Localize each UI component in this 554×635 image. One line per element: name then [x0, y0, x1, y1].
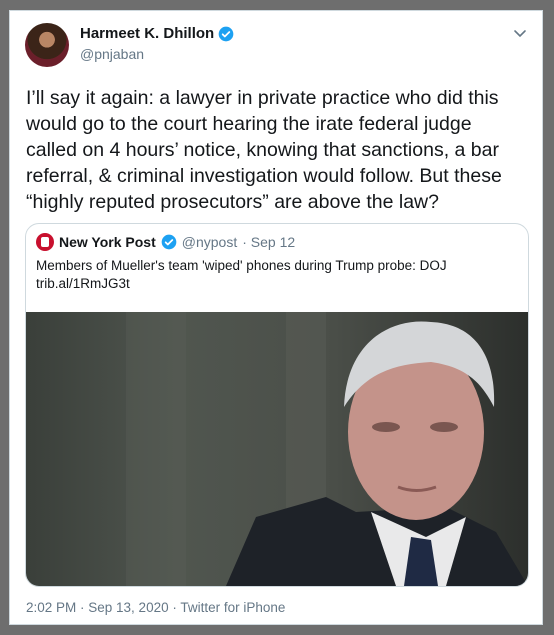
- quoted-text: Members of Mueller's team 'wiped' phones…: [36, 257, 516, 293]
- tweet-timestamp[interactable]: 2:02 PM · Sep 13, 2020 · Twitter for iPh…: [26, 600, 285, 615]
- quoted-headline: Members of Mueller's team 'wiped' phones…: [36, 258, 447, 273]
- quoted-date: · Sep 12: [242, 234, 296, 250]
- quoted-link[interactable]: trib.al/1RmJG3t: [36, 275, 516, 293]
- verified-badge-icon: [218, 26, 234, 41]
- author-name[interactable]: Harmeet K. Dhillon: [80, 25, 214, 42]
- quoted-author-name: New York Post: [59, 234, 156, 250]
- author-name-row[interactable]: Harmeet K. Dhillon: [80, 25, 234, 42]
- tweet-text: I’ll say it again: a lawyer in private p…: [26, 87, 502, 213]
- author-handle[interactable]: @pnjaban: [80, 46, 144, 62]
- chevron-down-icon[interactable]: [512, 25, 528, 41]
- tweet-card: Harmeet K. Dhillon @pnjaban I’ll say it …: [9, 10, 543, 625]
- photo-illustration: [126, 312, 528, 586]
- quoted-tweet[interactable]: New York Post @nypost · Sep 12 Members o…: [25, 223, 529, 587]
- verified-badge-icon: [161, 234, 177, 250]
- nypost-avatar: [36, 233, 54, 251]
- quoted-header: New York Post @nypost · Sep 12: [36, 233, 295, 251]
- quoted-author-handle: @nypost: [181, 234, 238, 250]
- author-avatar[interactable]: [25, 23, 69, 67]
- quoted-photo[interactable]: [26, 312, 528, 586]
